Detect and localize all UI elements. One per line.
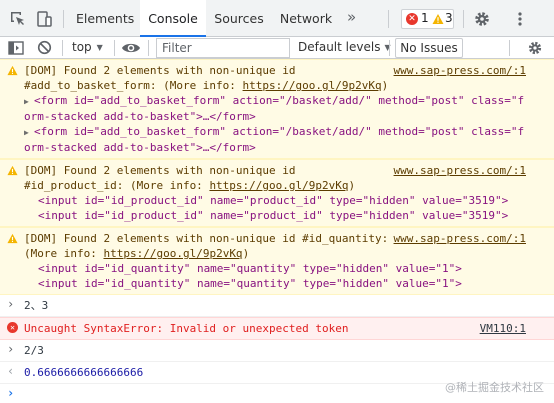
issues-counter-button[interactable]: ✕ 1 3 bbox=[401, 9, 454, 29]
warning-message: www.sap-press.com/:1 [DOM] Found 2 eleme… bbox=[0, 227, 554, 295]
expand-triangle-icon[interactable]: ▶ bbox=[24, 94, 34, 109]
dom-node-row[interactable]: <input id="id_quantity" name="quantity" … bbox=[24, 261, 554, 276]
dom-node-continuation: orm-stacked add-to-basket">…</form> bbox=[24, 110, 256, 123]
result-value: 0.6666666666666666 bbox=[24, 366, 144, 379]
no-issues-button[interactable]: No Issues bbox=[395, 38, 463, 58]
toolbar-divider bbox=[389, 40, 390, 56]
warning-icon bbox=[7, 165, 18, 176]
warning-message: www.sap-press.com/:1 [DOM] Found 2 eleme… bbox=[0, 59, 554, 159]
warning-icon bbox=[7, 233, 18, 244]
warning-text: #add_to_basket_form: (More info: bbox=[24, 79, 243, 92]
tab-console[interactable]: Console bbox=[140, 0, 206, 37]
caret-down-icon: ▼ bbox=[96, 43, 103, 52]
dom-node: <form id="add_to_basket_form" action="/b… bbox=[34, 94, 525, 107]
dom-node: <input id="id_product_id" name="product_… bbox=[38, 209, 509, 222]
tab-elements[interactable]: Elements bbox=[76, 0, 134, 37]
dom-node-row: orm-stacked add-to-basket">…</form> bbox=[24, 140, 554, 155]
context-selector[interactable]: top ▼ bbox=[72, 40, 103, 54]
dom-node-row[interactable]: ▶ <form id="add_to_basket_form" action="/… bbox=[24, 124, 554, 140]
log-levels-label: Default levels bbox=[298, 40, 381, 54]
show-sidebar-icon[interactable] bbox=[8, 41, 24, 55]
warning-text-line: #id_product_id: (More info: https://goo.… bbox=[24, 178, 554, 193]
tab-network[interactable]: Network bbox=[276, 0, 336, 37]
more-options-icon[interactable] bbox=[510, 9, 530, 29]
warning-message: www.sap-press.com/:1 [DOM] Found 2 eleme… bbox=[0, 159, 554, 227]
error-message: ✕ VM110:1 Uncaught SyntaxError: Invalid … bbox=[0, 317, 554, 340]
warning-icon bbox=[432, 14, 444, 24]
dom-node-row: orm-stacked add-to-basket">…</form> bbox=[24, 109, 554, 124]
message-source-link[interactable]: www.sap-press.com/:1 bbox=[394, 231, 526, 246]
tab-divider bbox=[388, 10, 389, 28]
tab-divider bbox=[63, 10, 64, 28]
error-icon: ✕ bbox=[7, 322, 18, 333]
dom-node: <input id="id_quantity" name="quantity" … bbox=[38, 277, 462, 290]
dom-node: <form id="add_to_basket_form" action="/b… bbox=[34, 125, 525, 138]
dom-node: <input id="id_product_id" name="product_… bbox=[38, 194, 509, 207]
devtools-tabbar: Elements Console Sources Network » ✕ 1 3 bbox=[0, 0, 554, 37]
input-chevron-icon: › bbox=[7, 297, 15, 311]
watermark: @稀土掘金技术社区 bbox=[445, 381, 544, 394]
more-info-link[interactable]: https://goo.gl/9p2vKq bbox=[103, 247, 242, 260]
input-text: 2、3 bbox=[24, 299, 49, 312]
error-icon: ✕ bbox=[406, 13, 418, 25]
clear-console-icon[interactable] bbox=[37, 40, 52, 55]
toolbar-divider bbox=[148, 40, 149, 56]
message-source-link[interactable]: www.sap-press.com/:1 bbox=[394, 163, 526, 178]
dom-node-row[interactable]: ▶ <form id="add_to_basket_form" action="/… bbox=[24, 93, 554, 109]
filter-input[interactable] bbox=[156, 38, 290, 58]
toolbar-divider bbox=[509, 40, 510, 56]
error-text: Uncaught SyntaxError: Invalid or unexpec… bbox=[24, 322, 349, 335]
dom-node-row[interactable]: <input id="id_product_id" name="product_… bbox=[24, 208, 554, 223]
live-expression-eye-icon[interactable] bbox=[121, 41, 141, 55]
dom-node: <input id="id_quantity" name="quantity" … bbox=[38, 262, 462, 275]
warning-count: 3 bbox=[445, 11, 453, 25]
device-toolbar-icon[interactable] bbox=[34, 9, 54, 29]
error-count: 1 bbox=[421, 11, 429, 25]
context-value: top bbox=[72, 40, 92, 54]
tab-divider bbox=[463, 10, 464, 28]
warning-icon bbox=[7, 65, 18, 76]
console-settings-gear-icon[interactable] bbox=[526, 39, 544, 57]
tab-sources[interactable]: Sources bbox=[212, 0, 266, 37]
input-chevron-icon: › bbox=[7, 342, 15, 356]
more-info-link[interactable]: https://goo.gl/9p2vKq bbox=[243, 79, 382, 92]
console-toolbar: top ▼ Default levels▼ No Issues bbox=[0, 37, 554, 59]
result-chevron-icon: ‹ bbox=[7, 364, 15, 378]
dom-node-row[interactable]: <input id="id_quantity" name="quantity" … bbox=[24, 276, 554, 291]
warning-text: ) bbox=[348, 179, 356, 192]
warning-text: ) bbox=[242, 247, 250, 260]
console-messages: www.sap-press.com/:1 [DOM] Found 2 eleme… bbox=[0, 59, 554, 403]
more-info-link[interactable]: https://goo.gl/9p2vKq bbox=[209, 179, 348, 192]
more-tabs-button[interactable]: » bbox=[347, 8, 356, 26]
error-source-link[interactable]: VM110:1 bbox=[480, 321, 526, 336]
warning-text-line: (More info: https://goo.gl/9p2vKq) bbox=[24, 246, 554, 261]
dom-node-continuation: orm-stacked add-to-basket">…</form> bbox=[24, 141, 256, 154]
warning-text: ) bbox=[381, 79, 389, 92]
inspect-element-icon[interactable] bbox=[8, 9, 28, 29]
console-input-entry: › 2、3 bbox=[0, 295, 554, 317]
expand-triangle-icon[interactable]: ▶ bbox=[24, 125, 34, 140]
toolbar-divider bbox=[62, 40, 63, 56]
prompt-chevron-icon: › bbox=[7, 386, 15, 400]
settings-gear-icon[interactable] bbox=[472, 9, 492, 29]
console-input-entry: › 2/3 bbox=[0, 340, 554, 362]
warning-text-line: #add_to_basket_form: (More info: https:/… bbox=[24, 78, 554, 93]
dom-node-row[interactable]: <input id="id_product_id" name="product_… bbox=[24, 193, 554, 208]
message-source-link[interactable]: www.sap-press.com/:1 bbox=[394, 63, 526, 78]
toolbar-divider bbox=[114, 40, 115, 56]
input-text: 2/3 bbox=[24, 344, 44, 357]
warning-text: #id_product_id: (More info: bbox=[24, 179, 210, 192]
log-levels-dropdown[interactable]: Default levels ▼ bbox=[298, 40, 391, 54]
warning-text: (More info: bbox=[24, 247, 104, 260]
